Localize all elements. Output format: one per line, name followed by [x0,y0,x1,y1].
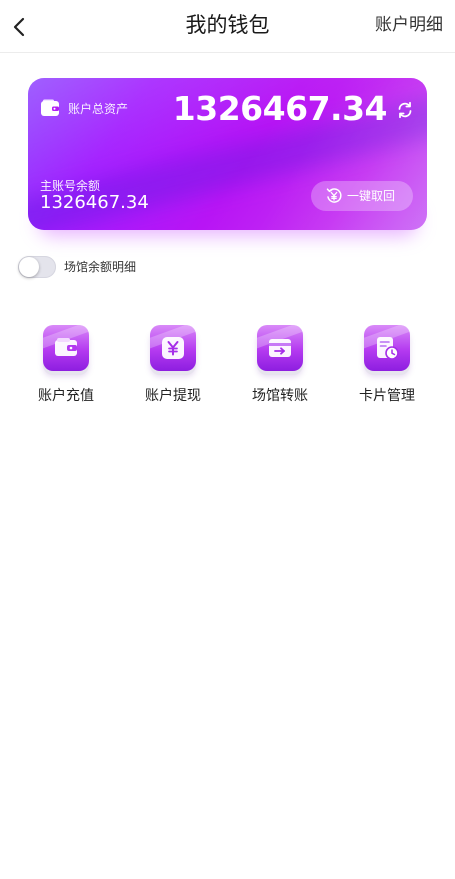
quick-actions: 账户充值 账户提现 场馆转账 卡片管理 [0,323,455,413]
recall-all-button[interactable]: 一键取回 [311,181,413,211]
total-assets-amount: 1326467.34 [172,89,388,128]
action-withdraw[interactable]: 账户提现 [123,323,223,409]
account-details-link[interactable]: 账户明细 [375,12,443,38]
venue-balance-toggle-label: 场馆余额明细 [64,260,137,274]
action-card-management[interactable]: 卡片管理 [337,323,437,409]
wallet-icon [40,98,60,118]
action-recharge[interactable]: 账户充值 [16,323,116,409]
yen-recall-icon [325,187,343,205]
recall-all-label: 一键取回 [347,189,396,203]
action-label: 卡片管理 [359,388,415,404]
main-account-amount: 1326467.34 [40,192,149,213]
toggle-knob [19,257,39,277]
action-label: 场馆转账 [252,388,308,404]
action-label: 账户提现 [145,388,201,404]
total-assets-label: 账户总资产 [68,102,129,116]
action-label: 账户充值 [38,388,94,404]
venue-balance-toggle[interactable] [18,256,56,278]
card-clock-icon [364,325,410,371]
refresh-icon[interactable] [395,100,415,120]
wallet-card: 账户总资产 1326467.34 主账号余额 1326467.34 一键取回 [28,78,427,230]
header: 我的钱包 账户明细 [0,0,455,53]
yen-icon [150,325,196,371]
action-venue-transfer[interactable]: 场馆转账 [230,323,330,409]
wallet-icon [43,325,89,371]
card-transfer-icon [257,325,303,371]
